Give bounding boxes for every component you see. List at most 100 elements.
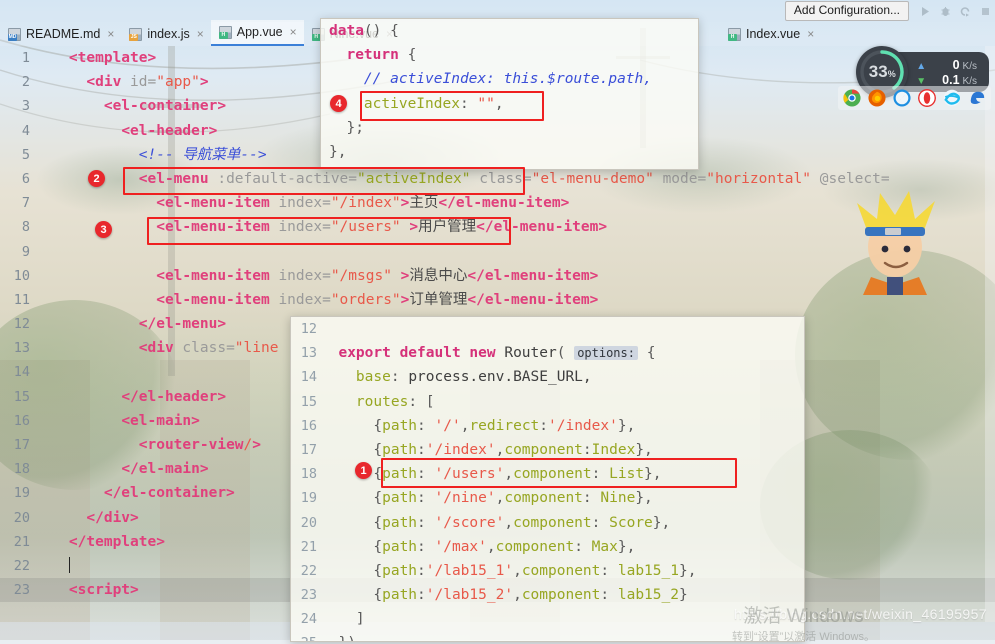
- line-number: 18: [300, 466, 317, 483]
- close-icon[interactable]: ×: [290, 25, 297, 39]
- code-line: <el-menu-item index="/msgs" >消息中心</el-me…: [156, 267, 599, 284]
- code-line: <el-menu-item index="/users" >用户管理</el-m…: [156, 219, 608, 236]
- line-number: 21: [13, 533, 30, 550]
- safari-icon[interactable]: [893, 89, 911, 107]
- popup-code-area: export default new Router( options: { ba…: [321, 317, 696, 641]
- download-speed-row: ▼ 0.1 K/s: [916, 73, 977, 87]
- text-caret: [68, 556, 70, 573]
- annotation-badge-1: 1: [355, 462, 372, 479]
- upload-speed-row: ▲ 0 K/s: [916, 58, 977, 72]
- editor-tab-label: Index.vue: [746, 27, 801, 41]
- line-number: 14: [13, 364, 30, 381]
- line-number: 6: [21, 170, 30, 187]
- line-number: 23: [13, 582, 30, 599]
- editor-tab-indexjs[interactable]: JS index.js ×: [121, 22, 210, 46]
- markdown-file-icon: MD: [8, 27, 21, 41]
- firefox-icon[interactable]: [868, 89, 886, 107]
- code-line: {path:'/lab15_2',component: lab15_2}: [321, 587, 688, 604]
- code-line: base: process.env.BASE_URL,: [321, 369, 592, 386]
- code-line: {path:'/index',component:Index},: [321, 441, 653, 458]
- line-number: 9: [21, 243, 30, 260]
- add-configuration-button[interactable]: Add Configuration...: [784, 1, 909, 21]
- options-param-hint: options:: [574, 346, 638, 361]
- line-number: 19: [13, 485, 30, 502]
- code-line: {path: '/nine',component: Nine},: [321, 490, 653, 507]
- editor-tab-indexvue[interactable]: H Index.vue ×: [720, 22, 821, 46]
- code-line: {path: '/users',component: List},: [321, 466, 662, 483]
- download-speed-value: 0.1: [942, 72, 960, 87]
- run-with-coverage-icon[interactable]: [955, 2, 975, 20]
- code-line: ]: [321, 611, 365, 628]
- line-number: 11: [13, 291, 30, 308]
- cpu-usage-value: 33%: [868, 62, 896, 81]
- internet-explorer-icon[interactable]: [943, 89, 961, 107]
- line-number: 18: [13, 461, 30, 478]
- editor-tab-label: App.vue: [236, 25, 283, 39]
- activation-title: 激活 Windows: [743, 606, 864, 627]
- line-number: 5: [21, 146, 30, 163]
- line-number: 3: [21, 98, 30, 115]
- code-line: <el-menu :default-active="activeIndex" c…: [138, 170, 890, 187]
- code-line: activeIndex: "",: [329, 95, 504, 112]
- annotation-badge-4: 4: [330, 95, 347, 112]
- line-number: 15: [13, 388, 30, 405]
- chrome-icon[interactable]: [843, 89, 861, 107]
- line-number: 1: [21, 50, 30, 66]
- edge-icon[interactable]: [968, 89, 986, 107]
- debug-icon[interactable]: [935, 2, 955, 20]
- browser-quick-launch-dock[interactable]: [838, 86, 991, 110]
- data-function-popup[interactable]: data() { return { // activeIndex: this.$…: [320, 18, 699, 170]
- code-line: };: [329, 119, 364, 136]
- activation-subtitle: 转到“设置”以激活 Windows。: [731, 631, 875, 643]
- annotation-badge-3: 3: [95, 221, 112, 238]
- line-number: 17: [13, 437, 30, 453]
- code-line: <el-menu-item index="/index">主页</el-menu…: [156, 195, 570, 212]
- router-config-popup[interactable]: 12 13 14 15 16 17 18 19 20 21 22 23 24 2…: [290, 316, 805, 642]
- code-line: data() {: [329, 23, 399, 39]
- upload-arrow-icon: ▲: [916, 60, 927, 72]
- stop-icon[interactable]: [975, 2, 995, 20]
- windows-activation-watermark: 激活 Windows 转到“设置”以激活 Windows。: [732, 601, 875, 644]
- line-number: 10: [13, 267, 30, 284]
- run-icon[interactable]: [915, 2, 935, 20]
- line-number: 20: [300, 514, 317, 531]
- line-number: 19: [300, 490, 317, 507]
- close-icon[interactable]: ×: [197, 27, 204, 41]
- code-line: {path:'/lab15_1',component: lab15_1},: [321, 562, 697, 579]
- code-line: // activeIndex: this.$route.path,: [329, 71, 653, 88]
- opera-icon[interactable]: [918, 89, 936, 107]
- line-number: 14: [300, 369, 317, 386]
- line-number: 15: [300, 393, 317, 410]
- code-line: {path: '/',redirect:'/index'},: [321, 417, 636, 434]
- code-line: export default new Router( options: {: [338, 345, 656, 362]
- download-arrow-icon: ▼: [916, 75, 927, 87]
- line-number: 4: [21, 122, 30, 139]
- line-number: 16: [300, 417, 317, 434]
- close-icon[interactable]: ×: [107, 27, 114, 41]
- editor-tab-label: index.js: [147, 27, 190, 41]
- line-number: 12: [300, 321, 317, 337]
- code-line: return {: [346, 47, 417, 64]
- popup-code-area: data() { return { // activeIndex: this.$…: [329, 19, 652, 169]
- line-number: 24: [300, 611, 317, 628]
- download-speed-unit: K/s: [962, 75, 977, 87]
- annotation-badge-2: 2: [88, 170, 105, 187]
- editor-tab-appvue[interactable]: H App.vue ×: [210, 20, 304, 46]
- line-number: 12: [13, 316, 30, 333]
- line-number: 20: [13, 509, 30, 526]
- line-number: 2: [21, 74, 30, 91]
- code-line: {path: '/max',component: Max},: [321, 538, 636, 555]
- vue-file-icon: H: [728, 27, 741, 41]
- line-number: 23: [300, 587, 317, 604]
- line-number: 25: [291, 631, 321, 641]
- code-line: routes: [: [321, 393, 435, 410]
- code-line: <el-menu-item index="orders">订单管理</el-me…: [156, 291, 599, 308]
- javascript-file-icon: JS: [129, 27, 143, 41]
- line-number: 13: [13, 340, 30, 357]
- line-number: 22: [300, 562, 317, 579]
- close-icon[interactable]: ×: [807, 27, 814, 41]
- popup-line-number-gutter: 12 13 14 15 16 17 18 19 20 21 22 23 24 2…: [291, 317, 321, 641]
- line-number: 21: [300, 538, 317, 555]
- editor-scrollbar[interactable]: [985, 46, 995, 622]
- editor-tab-readme[interactable]: MD README.md ×: [0, 22, 121, 46]
